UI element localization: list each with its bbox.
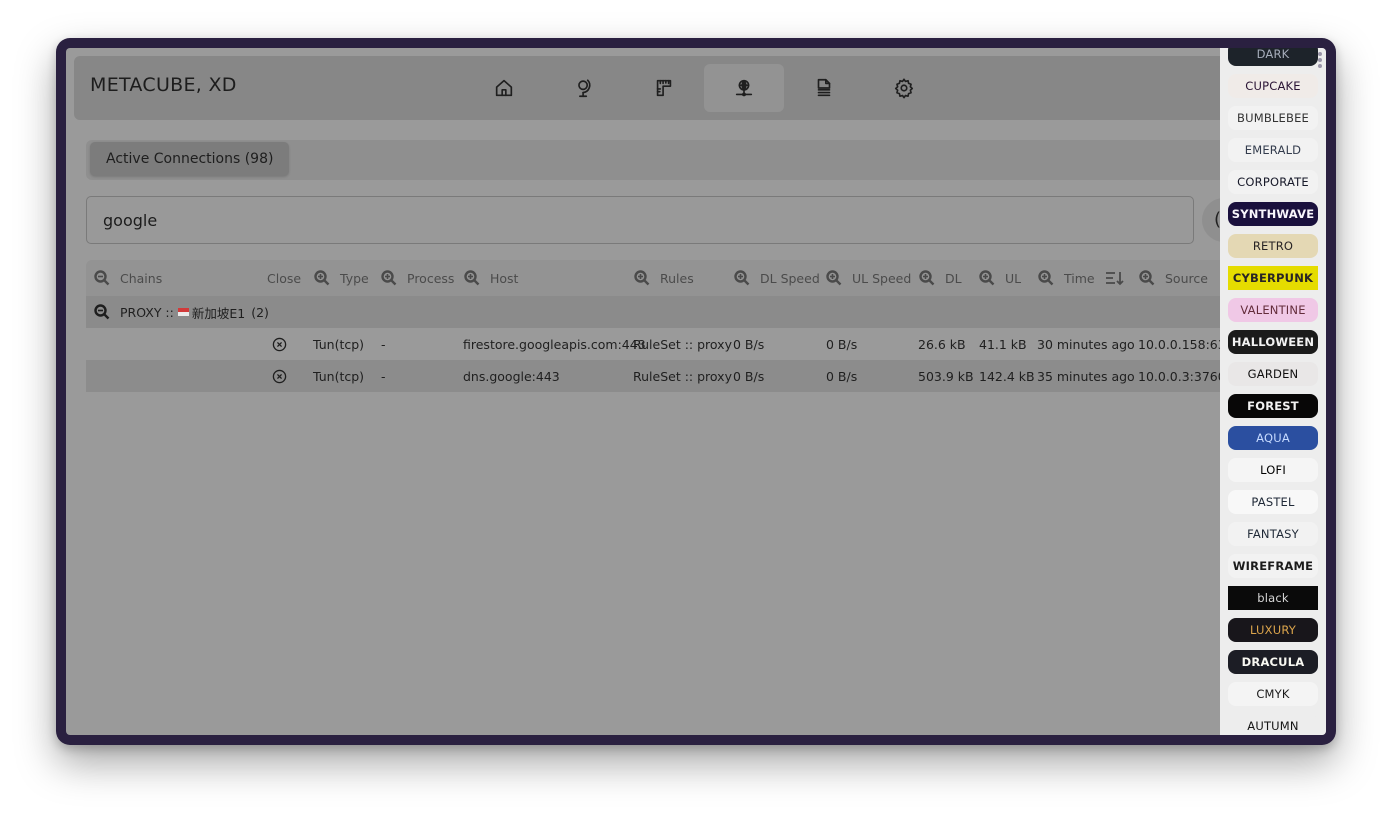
- zoom-in-icon: [1139, 270, 1155, 286]
- theme-option-corporate[interactable]: CORPORATE: [1228, 170, 1318, 194]
- theme-option-valentine[interactable]: VALENTINE: [1228, 298, 1318, 322]
- col-dl-speed[interactable]: DL Speed: [734, 260, 820, 296]
- zoom-out-icon[interactable]: [94, 304, 110, 320]
- theme-option-halloween[interactable]: HALLOWEEN: [1228, 330, 1318, 354]
- sort-descending-icon[interactable]: [1105, 270, 1125, 286]
- col-ul[interactable]: UL: [979, 260, 1021, 296]
- zoom-in-icon: [979, 270, 995, 286]
- theme-option-dark[interactable]: DARK: [1228, 48, 1318, 66]
- nav-connections-button[interactable]: [704, 64, 784, 112]
- zoom-in-icon: [919, 270, 935, 286]
- theme-option-garden[interactable]: GARDEN: [1228, 362, 1318, 386]
- nav-proxies-button[interactable]: [544, 64, 624, 112]
- col-time[interactable]: Time: [1038, 260, 1125, 296]
- zoom-in-icon: [1038, 270, 1054, 286]
- cell-rules: RuleSet :: proxy: [633, 368, 732, 384]
- col-ul-speed[interactable]: UL Speed: [826, 260, 911, 296]
- cell-ul-speed: 0 B/s: [826, 368, 858, 384]
- zoom-in-icon: [464, 270, 480, 286]
- nav-settings-button[interactable]: [864, 64, 944, 112]
- app-title: METACUBE, XD: [90, 74, 237, 96]
- table-row: Tun(tcp) - firestore.googleapis.com:443 …: [86, 328, 1250, 360]
- theme-option-synthwave[interactable]: SYNTHWAVE: [1228, 202, 1318, 226]
- close-circle-icon: [272, 369, 287, 383]
- search-input[interactable]: [86, 196, 1194, 244]
- theme-option-aqua[interactable]: AQUA: [1228, 426, 1318, 450]
- cell-rules: RuleSet :: proxy: [633, 336, 732, 352]
- close-circle-icon: [272, 337, 287, 351]
- nav-home-button[interactable]: [464, 64, 544, 112]
- zoom-in-icon: [314, 270, 330, 286]
- theme-option-black[interactable]: black: [1228, 586, 1318, 610]
- close-connection-button[interactable]: [272, 360, 287, 392]
- gear-icon: [894, 78, 914, 99]
- col-host[interactable]: Host: [464, 260, 518, 296]
- file-lines-icon: [817, 78, 831, 97]
- ruler-icon: [656, 79, 672, 97]
- col-dl[interactable]: DL: [919, 260, 962, 296]
- cell-type: Tun(tcp): [313, 336, 365, 352]
- theme-list: DARK CUPCAKE BUMBLEBEE EMERALD CORPORATE SYNT…: [1228, 48, 1318, 735]
- connections-table: Chains Close Type Process Host Rules DL …: [86, 260, 1250, 392]
- theme-option-wireframe[interactable]: WIREFRAME: [1228, 554, 1318, 578]
- theme-option-autumn[interactable]: AUTUMN: [1228, 714, 1318, 735]
- home-icon: [495, 79, 513, 97]
- theme-option-pastel[interactable]: PASTEL: [1228, 490, 1318, 514]
- cell-dl-speed: 0 B/s: [733, 336, 765, 352]
- cell-dl: 26.6 kB: [918, 336, 966, 352]
- theme-option-lofi[interactable]: LOFI: [1228, 458, 1318, 482]
- app-screen: METACUBE, XD Active Connections (98) goo…: [66, 48, 1326, 735]
- group-label: PROXY :: 新加坡E1 (2): [94, 296, 269, 328]
- table-header: Chains Close Type Process Host Rules DL …: [86, 260, 1226, 296]
- col-chains[interactable]: Chains: [94, 260, 162, 296]
- col-close: Close: [267, 270, 302, 286]
- cell-host: dns.google:443: [463, 368, 560, 384]
- table-row: Tun(tcp) - dns.google:443 RuleSet :: pro…: [86, 360, 1234, 392]
- zoom-out-icon: [94, 270, 110, 286]
- zoom-in-icon: [826, 270, 842, 286]
- col-process[interactable]: Process: [381, 260, 454, 296]
- cell-process: -: [381, 336, 386, 352]
- cell-ul: 41.1 kB: [979, 336, 1027, 352]
- singapore-flag-icon: [177, 308, 189, 316]
- cell-time: 35 minutes ago: [1037, 368, 1135, 384]
- app-window: METACUBE, XD Active Connections (98) goo…: [56, 38, 1336, 745]
- theme-option-fantasy[interactable]: FANTASY: [1228, 522, 1318, 546]
- network-globe-icon: [735, 79, 753, 97]
- theme-option-bumblebee[interactable]: BUMBLEBEE: [1228, 106, 1318, 130]
- cell-type: Tun(tcp): [313, 368, 365, 384]
- col-rules[interactable]: Rules: [634, 260, 694, 296]
- navbar: METACUBE, XD: [74, 56, 1234, 120]
- col-type[interactable]: Type: [314, 260, 369, 296]
- tab-active-connections[interactable]: Active Connections (98): [90, 142, 290, 176]
- cell-process: -: [381, 368, 386, 384]
- cell-host: firestore.googleapis.com:443: [463, 336, 646, 352]
- theme-option-emerald[interactable]: EMERALD: [1228, 138, 1318, 162]
- cell-ul-speed: 0 B/s: [826, 336, 858, 352]
- theme-option-forest[interactable]: FOREST: [1228, 394, 1318, 418]
- theme-option-retro[interactable]: RETRO: [1228, 234, 1318, 258]
- nav-menu: [464, 64, 944, 112]
- more-options-icon[interactable]: [1318, 52, 1324, 70]
- cell-time: 30 minutes ago: [1037, 336, 1135, 352]
- close-connection-button[interactable]: [272, 328, 287, 360]
- theme-option-cyberpunk[interactable]: CYBERPUNK: [1228, 266, 1318, 290]
- theme-option-cmyk[interactable]: CMYK: [1228, 682, 1318, 706]
- zoom-in-icon: [381, 270, 397, 286]
- theme-option-cupcake[interactable]: CUPCAKE: [1228, 74, 1318, 98]
- nav-rules-button[interactable]: [624, 64, 704, 112]
- cell-ul: 142.4 kB: [979, 368, 1035, 384]
- theme-option-luxury[interactable]: LUXURY: [1228, 618, 1318, 642]
- tab-bar: Active Connections (98): [86, 140, 1246, 180]
- nav-logs-button[interactable]: [784, 64, 864, 112]
- zoom-in-icon: [734, 270, 750, 286]
- theme-option-dracula[interactable]: DRACULA: [1228, 650, 1318, 674]
- cell-dl: 503.9 kB: [918, 368, 974, 384]
- cell-dl-speed: 0 B/s: [733, 368, 765, 384]
- globe-stand-icon: [578, 79, 591, 98]
- zoom-in-icon: [634, 270, 650, 286]
- theme-picker-panel: DARK CUPCAKE BUMBLEBEE EMERALD CORPORATE SYNT…: [1220, 48, 1326, 735]
- col-source[interactable]: Source: [1139, 260, 1208, 296]
- group-row[interactable]: PROXY :: 新加坡E1 (2): [86, 296, 1226, 328]
